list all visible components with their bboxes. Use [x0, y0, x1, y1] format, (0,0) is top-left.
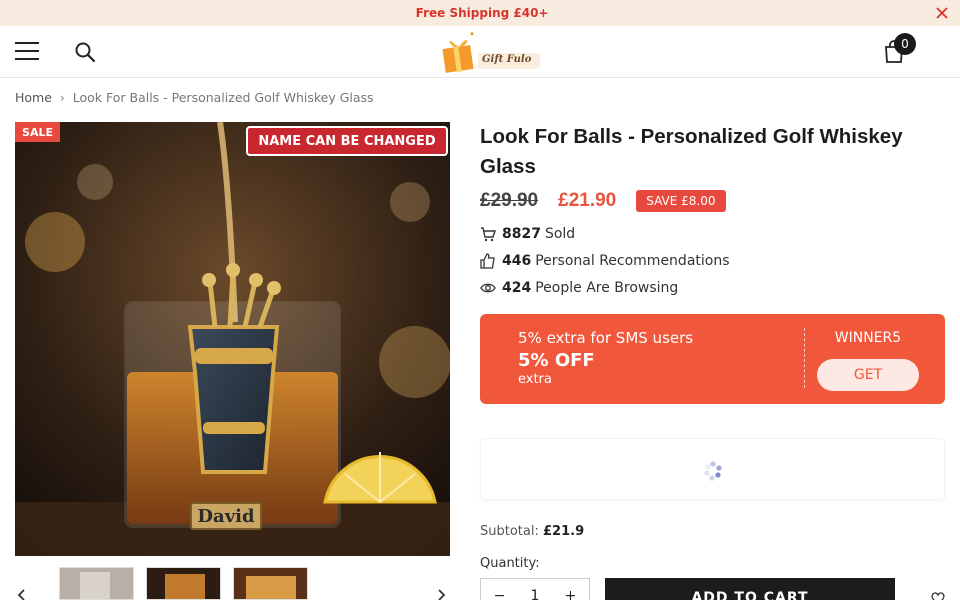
subtotal: Subtotal: £21.9	[480, 524, 584, 539]
sale-badge: SALE	[15, 122, 60, 142]
breadcrumb-home-link[interactable]: Home	[15, 90, 52, 105]
coupon-extra-label: extra	[518, 372, 552, 387]
get-coupon-button[interactable]: GET	[817, 359, 919, 391]
product-main-image[interactable]	[15, 122, 450, 556]
heart-icon[interactable]	[930, 590, 946, 600]
save-badge: SAVE £8.00	[636, 190, 726, 212]
breadcrumb-separator: ›	[59, 90, 65, 105]
loading-spinner-icon	[704, 461, 722, 481]
recommendations-count: 446	[502, 253, 532, 269]
subtotal-value: £21.9	[543, 524, 585, 539]
subtotal-label: Subtotal:	[480, 524, 539, 539]
search-icon[interactable]	[73, 40, 97, 64]
cart-count-badge: 0	[894, 33, 916, 55]
quantity-increase-button[interactable]: +	[565, 588, 577, 600]
announcement-bar: ​ Free Shipping £40+	[0, 0, 960, 26]
recommendations-label: Personal Recommendations	[535, 253, 730, 269]
price-row: £29.90 £21.90 SAVE £8.00	[480, 190, 726, 212]
chevron-right-icon[interactable]	[434, 588, 448, 600]
original-price: £29.90	[480, 190, 539, 211]
sms-coupon-card: 5% extra for SMS users 5% OFF extra WINN…	[480, 314, 945, 404]
sold-stat: 8827 Sold	[480, 226, 575, 242]
product-thumbnail[interactable]	[59, 567, 134, 600]
quantity-decrease-button[interactable]: −	[494, 588, 506, 600]
coupon-divider	[804, 328, 805, 388]
site-logo[interactable]: Gift Fulo	[442, 29, 542, 75]
announcement-text: ​ Free Shipping £40+	[411, 6, 549, 20]
eye-icon	[480, 283, 496, 293]
engraved-name-plate: David	[190, 502, 262, 530]
sale-price: £21.90	[558, 190, 617, 211]
product-thumbnail[interactable]	[233, 567, 308, 600]
coupon-discount: 5% OFF	[518, 350, 595, 371]
browsing-label: People Are Browsing	[535, 280, 679, 296]
quantity-value[interactable]: 1	[531, 588, 540, 600]
close-icon[interactable]	[934, 5, 950, 21]
cart-icon	[481, 227, 496, 242]
quantity-stepper[interactable]: − 1 +	[480, 578, 590, 600]
browsing-stat: 424 People Are Browsing	[480, 280, 678, 296]
thumbs-up-icon	[480, 253, 495, 269]
chevron-left-icon[interactable]	[15, 588, 29, 600]
coupon-description: 5% extra for SMS users	[518, 329, 694, 347]
site-header: Gift Fulo 0	[0, 26, 960, 78]
sold-count: 8827	[502, 226, 541, 242]
breadcrumb: Home › Look For Balls - Personalized Gol…	[15, 90, 374, 105]
name-can-be-changed-banner: NAME CAN BE CHANGED	[246, 126, 448, 156]
sold-label: Sold	[544, 226, 576, 242]
browsing-count: 424	[502, 280, 532, 296]
recommendations-stat: 446 Personal Recommendations	[480, 253, 730, 269]
options-loading-box	[480, 438, 945, 500]
product-title: Look For Balls - Personalized Golf Whisk…	[480, 125, 903, 178]
quantity-label: Quantity:	[480, 556, 540, 571]
add-to-cart-button[interactable]: ADD TO CART	[605, 578, 895, 600]
menu-icon[interactable]	[15, 42, 39, 62]
product-thumbnail[interactable]	[146, 567, 221, 600]
breadcrumb-current: Look For Balls - Personalized Golf Whisk…	[72, 90, 374, 105]
coupon-code: WINNER5	[834, 330, 902, 346]
logo-wordmark: Gift Fulo	[482, 54, 532, 65]
